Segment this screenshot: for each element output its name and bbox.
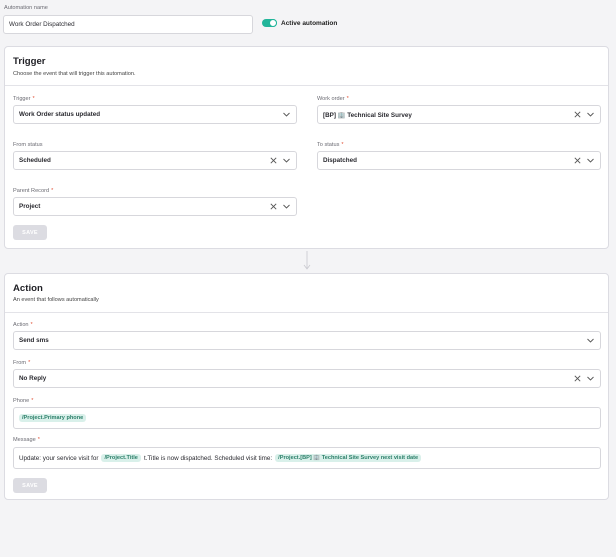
chevron-down-icon[interactable] xyxy=(587,376,594,381)
from-field-label: From * xyxy=(13,360,31,366)
action-title: Action xyxy=(13,283,43,294)
work-order-value: [BP] 🏢 Technical Site Survey xyxy=(323,111,412,119)
from-status-label: From status xyxy=(13,142,43,148)
clear-x-icon[interactable] xyxy=(574,375,581,382)
message-variable-tag-visit-date[interactable]: /Project.[BP] 🏢 Technical Site Survey ne… xyxy=(275,454,422,462)
action-field-label: Action * xyxy=(13,322,33,328)
action-subtitle: An event that follows automatically xyxy=(13,297,99,303)
trigger-title: Trigger xyxy=(13,56,46,67)
phone-input[interactable]: /Project.Primary phone xyxy=(13,407,601,429)
to-status-select[interactable]: Dispatched xyxy=(317,151,601,170)
chevron-down-icon[interactable] xyxy=(283,204,290,209)
active-automation-label: Active automation xyxy=(281,19,338,27)
active-automation-switch[interactable]: Active automation xyxy=(262,19,337,27)
trigger-select[interactable]: Work Order status updated xyxy=(13,105,297,124)
clear-x-icon[interactable] xyxy=(574,157,581,164)
from-select-value: No Reply xyxy=(19,375,47,382)
from-status-select[interactable]: Scheduled xyxy=(13,151,297,170)
chevron-down-icon[interactable] xyxy=(283,158,290,163)
arrow-down-icon xyxy=(303,251,311,270)
trigger-save-button[interactable]: SAVE xyxy=(13,225,47,240)
trigger-field-label: Trigger * xyxy=(13,96,35,102)
message-text-2: t.Title is now dispatched. Scheduled vis… xyxy=(143,454,273,462)
action-save-button[interactable]: SAVE xyxy=(13,478,47,493)
chevron-down-icon[interactable] xyxy=(283,112,290,117)
active-toggle[interactable] xyxy=(262,19,277,27)
clear-x-icon[interactable] xyxy=(270,157,277,164)
clear-x-icon[interactable] xyxy=(574,111,581,118)
from-select[interactable]: No Reply xyxy=(13,369,601,388)
action-select-value: Send sms xyxy=(19,337,49,344)
phone-field-label: Phone * xyxy=(13,398,34,404)
trigger-subtitle: Choose the event that will trigger this … xyxy=(13,71,136,77)
message-text-1: Update: your service visit for xyxy=(19,454,99,462)
message-variable-tag-title[interactable]: /Project.Title xyxy=(101,454,141,462)
to-status-label: To status * xyxy=(317,142,344,148)
automation-name-value: Work Order Dispatched xyxy=(9,21,75,28)
action-card: Action An event that follows automatical… xyxy=(4,273,609,500)
message-field-label: Message * xyxy=(13,437,40,443)
work-order-label: Work order * xyxy=(317,96,349,102)
chevron-down-icon[interactable] xyxy=(587,112,594,117)
action-select[interactable]: Send sms xyxy=(13,331,601,350)
trigger-select-value: Work Order status updated xyxy=(19,111,101,118)
parent-record-select[interactable]: Project xyxy=(13,197,297,216)
automation-name-label: Automation name xyxy=(4,5,48,11)
trigger-card: Trigger Choose the event that will trigg… xyxy=(4,46,609,249)
parent-record-value: Project xyxy=(19,203,41,210)
to-status-value: Dispatched xyxy=(323,157,357,164)
clear-x-icon[interactable] xyxy=(270,203,277,210)
from-status-value: Scheduled xyxy=(19,157,51,164)
work-order-select[interactable]: [BP] 🏢 Technical Site Survey xyxy=(317,105,601,124)
chevron-down-icon[interactable] xyxy=(587,338,594,343)
parent-record-label: Parent Record * xyxy=(13,188,54,194)
message-input[interactable]: Update: your service visit for /Project.… xyxy=(13,447,601,469)
phone-variable-tag[interactable]: /Project.Primary phone xyxy=(19,414,87,422)
automation-name-input[interactable]: Work Order Dispatched xyxy=(3,15,253,34)
chevron-down-icon[interactable] xyxy=(587,158,594,163)
